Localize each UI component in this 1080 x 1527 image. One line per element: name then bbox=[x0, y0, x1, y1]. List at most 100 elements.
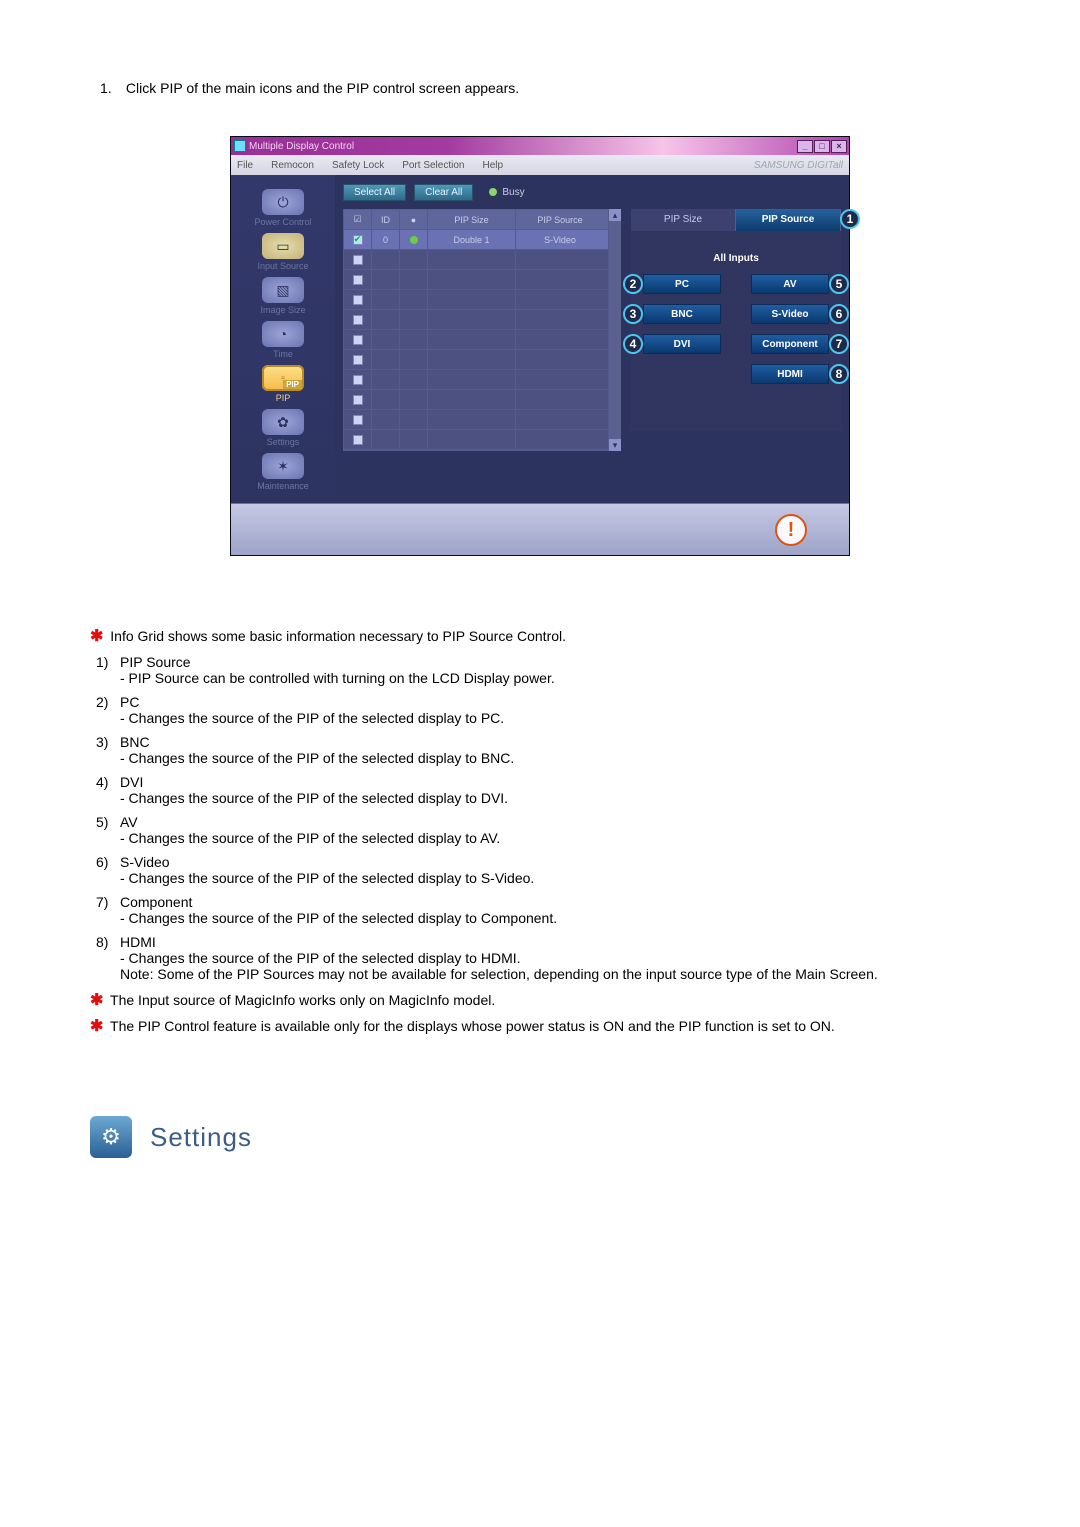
row-checkbox[interactable] bbox=[353, 295, 363, 305]
list-item: 5)AV - Changes the source of the PIP of … bbox=[96, 814, 990, 846]
row-pip-source: S-Video bbox=[516, 230, 604, 249]
settings-section-icon: ⚙ bbox=[90, 1116, 132, 1158]
row-checkbox[interactable] bbox=[353, 435, 363, 445]
pc-button[interactable]: PC bbox=[643, 274, 721, 294]
callout-3: 3 bbox=[623, 304, 643, 324]
table-row[interactable] bbox=[344, 390, 608, 410]
sidebar-item-pip[interactable]: ▫ PIP PIP bbox=[262, 365, 304, 403]
busy-label: Busy bbox=[502, 187, 524, 198]
info-grid: ☑ ID ● PIP Size PIP Source ✔ 0 Double 1 bbox=[343, 209, 609, 451]
row-id: 0 bbox=[372, 230, 400, 249]
star-icon: ✱ bbox=[90, 1018, 103, 1035]
component-button[interactable]: Component bbox=[751, 334, 829, 354]
brand-logo: SAMSUNG DIGITall bbox=[754, 160, 843, 171]
menu-remocon[interactable]: Remocon bbox=[271, 160, 314, 171]
sidebar-item-label: Power Control bbox=[254, 217, 311, 227]
sidebar-item-label: Settings bbox=[267, 437, 300, 447]
list-item: 8)HDMI - Changes the source of the PIP o… bbox=[96, 934, 990, 982]
titlebar-left: Multiple Display Control bbox=[234, 140, 354, 152]
sidebar-item-maintenance[interactable]: ✶ Maintenance bbox=[257, 453, 309, 491]
row-checkbox[interactable]: ✔ bbox=[353, 235, 363, 245]
tab-pip-source[interactable]: PIP Source 1 bbox=[736, 209, 841, 231]
sidebar-item-label: PIP bbox=[276, 393, 291, 403]
row-checkbox[interactable] bbox=[353, 415, 363, 425]
intro-number: 1. bbox=[100, 80, 122, 96]
table-row[interactable] bbox=[344, 290, 608, 310]
status-strip: ! bbox=[231, 503, 849, 555]
section-heading: ⚙ Settings bbox=[90, 1116, 990, 1158]
table-row[interactable] bbox=[344, 330, 608, 350]
toolbar: Select All Clear All Busy bbox=[335, 175, 849, 209]
menu-file[interactable]: File bbox=[237, 160, 253, 171]
tab-pip-size[interactable]: PIP Size bbox=[631, 209, 736, 231]
table-row[interactable] bbox=[344, 270, 608, 290]
menu-port-selection[interactable]: Port Selection bbox=[402, 160, 464, 171]
row-checkbox[interactable] bbox=[353, 335, 363, 345]
menu-help[interactable]: Help bbox=[482, 160, 503, 171]
sidebar-item-input-source[interactable]: ▭ Input Source bbox=[257, 233, 308, 271]
table-row[interactable] bbox=[344, 370, 608, 390]
sidebar-item-power-control[interactable]: ⏻ Power Control bbox=[254, 189, 311, 227]
clear-all-button[interactable]: Clear All bbox=[414, 184, 473, 201]
sidebar-item-time[interactable]: ◔ Time bbox=[262, 321, 304, 359]
table-row[interactable] bbox=[344, 430, 608, 450]
star-icon: ✱ bbox=[90, 992, 103, 1009]
intro-line: 1. Click PIP of the main icons and the P… bbox=[100, 80, 990, 96]
sidebar-item-label: Input Source bbox=[257, 261, 308, 271]
grid-header: ☑ ID ● PIP Size PIP Source bbox=[344, 210, 608, 230]
row-checkbox[interactable] bbox=[353, 315, 363, 325]
col-pip-source: PIP Source bbox=[516, 210, 604, 229]
list-item: 2)PC - Changes the source of the PIP of … bbox=[96, 694, 990, 726]
bnc-button[interactable]: BNC bbox=[643, 304, 721, 324]
input-icon: ▭ bbox=[262, 233, 304, 259]
window-body: ⏻ Power Control ▭ Input Source ▧ Image S… bbox=[231, 175, 849, 503]
settings-icon: ✿ bbox=[262, 409, 304, 435]
scroll-down-icon[interactable]: ▾ bbox=[609, 439, 621, 451]
table-row[interactable] bbox=[344, 410, 608, 430]
row-checkbox[interactable] bbox=[353, 255, 363, 265]
callout-5: 5 bbox=[829, 274, 849, 294]
right-panel: PIP Size PIP Source 1 All Inputs 2 bbox=[631, 209, 841, 451]
minimize-button[interactable]: _ bbox=[797, 140, 813, 153]
grid-scrollbar[interactable]: ▴ ▾ bbox=[609, 209, 621, 451]
col-id: ID bbox=[372, 210, 400, 229]
close-button[interactable]: × bbox=[831, 140, 847, 153]
pip-badge: PIP bbox=[283, 380, 302, 389]
menu-safety-lock[interactable]: Safety Lock bbox=[332, 160, 384, 171]
table-row[interactable] bbox=[344, 250, 608, 270]
av-button[interactable]: AV bbox=[751, 274, 829, 294]
sidebar-item-settings[interactable]: ✿ Settings bbox=[262, 409, 304, 447]
list-item: 1)PIP Source - PIP Source can be control… bbox=[96, 654, 990, 686]
hdmi-button[interactable]: HDMI bbox=[751, 364, 829, 384]
table-row[interactable] bbox=[344, 350, 608, 370]
power-icon: ⏻ bbox=[262, 189, 304, 215]
star-icon: ✱ bbox=[90, 628, 103, 645]
sidebar-item-image-size[interactable]: ▧ Image Size bbox=[260, 277, 305, 315]
dvi-button[interactable]: DVI bbox=[643, 334, 721, 354]
row-checkbox[interactable] bbox=[353, 375, 363, 385]
app-icon bbox=[234, 140, 246, 152]
menubar: File Remocon Safety Lock Port Selection … bbox=[231, 155, 849, 175]
pip-icon: ▫ PIP bbox=[262, 365, 304, 391]
list-item: 6)S-Video - Changes the source of the PI… bbox=[96, 854, 990, 886]
row-checkbox[interactable] bbox=[353, 275, 363, 285]
maximize-button[interactable]: □ bbox=[814, 140, 830, 153]
row-checkbox[interactable] bbox=[353, 395, 363, 405]
status-orb-icon: ! bbox=[775, 514, 807, 546]
app-window: Multiple Display Control _ □ × File Remo… bbox=[230, 136, 850, 556]
window-title: Multiple Display Control bbox=[249, 141, 354, 152]
svideo-button[interactable]: S-Video bbox=[751, 304, 829, 324]
scroll-up-icon[interactable]: ▴ bbox=[609, 209, 621, 221]
select-all-button[interactable]: Select All bbox=[343, 184, 406, 201]
col-status: ● bbox=[400, 210, 428, 229]
col-check: ☑ bbox=[344, 210, 372, 229]
busy-indicator: Busy bbox=[489, 187, 524, 198]
note-line: Note: Some of the PIP Sources may not be… bbox=[120, 966, 990, 982]
table-row[interactable]: ✔ 0 Double 1 S-Video bbox=[344, 230, 608, 250]
list-item: 4)DVI - Changes the source of the PIP of… bbox=[96, 774, 990, 806]
row-checkbox[interactable] bbox=[353, 355, 363, 365]
table-row[interactable] bbox=[344, 310, 608, 330]
callout-7: 7 bbox=[829, 334, 849, 354]
callout-2: 2 bbox=[623, 274, 643, 294]
time-icon: ◔ bbox=[262, 321, 304, 347]
